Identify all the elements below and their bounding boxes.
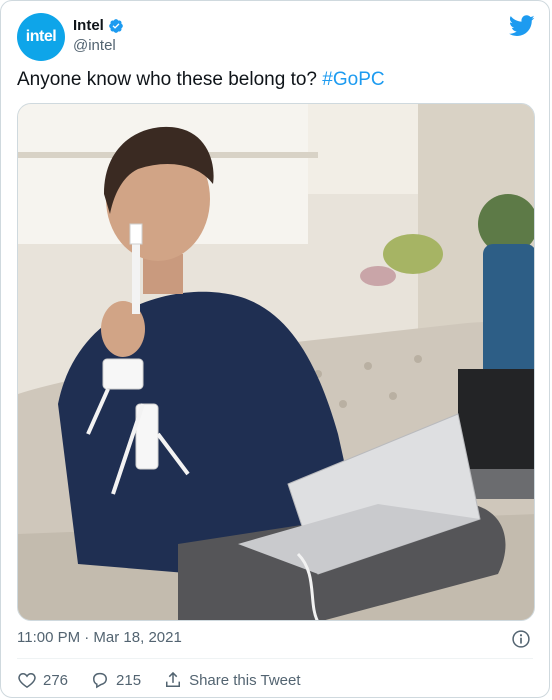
reply-count: 215 [116, 671, 142, 689]
share-button[interactable]: Share this Tweet [163, 670, 301, 690]
succulent [360, 266, 396, 286]
divider [17, 658, 533, 659]
tweet-actions: 276 215 Share this Tweet [17, 668, 301, 692]
sofa-button [364, 362, 372, 370]
tweet-photo[interactable] [17, 103, 535, 621]
share-icon [166, 671, 181, 687]
dongle-adapter [102, 358, 144, 390]
twitter-bird-icon[interactable] [509, 15, 535, 37]
like-count: 276 [43, 671, 69, 689]
tweet-header: intel Intel @intel [17, 13, 537, 61]
reply-button[interactable]: 215 [90, 670, 141, 690]
blue-pillow [483, 244, 534, 384]
avatar-text: intel [25, 28, 57, 45]
dark-laptop-screen [458, 369, 534, 469]
plant-leaves [383, 234, 443, 274]
author-name[interactable]: Intel [73, 17, 104, 34]
verified-badge-icon [109, 18, 123, 33]
tweet-timestamp[interactable]: 11:00 PM · Mar 18, 2021 [17, 629, 182, 646]
tweet-card: intel Intel @intel Anyone know who these… [0, 0, 550, 698]
like-button[interactable]: 276 [17, 670, 68, 690]
hashtag-link[interactable]: #GoPC [322, 69, 384, 90]
sofa-button [339, 400, 347, 408]
share-label: Share this Tweet [189, 671, 301, 689]
dark-laptop-base [468, 469, 534, 499]
tweet-body: Anyone know who these belong to? [17, 69, 323, 90]
tweet-text: Anyone know who these belong to? #GoPC [17, 67, 385, 93]
reply-bubble-icon [93, 672, 108, 689]
sofa-button [414, 355, 422, 363]
sofa-button [389, 392, 397, 400]
info-icon[interactable] [511, 629, 531, 649]
heart-icon [18, 672, 36, 688]
photo-illustration [18, 104, 534, 620]
author-handle[interactable]: @intel [73, 37, 116, 54]
dongle-plug [129, 223, 143, 245]
avatar[interactable]: intel [17, 13, 65, 61]
dongle-cable [132, 234, 140, 314]
author-name-row: Intel [73, 17, 124, 34]
window-pane [308, 104, 428, 194]
